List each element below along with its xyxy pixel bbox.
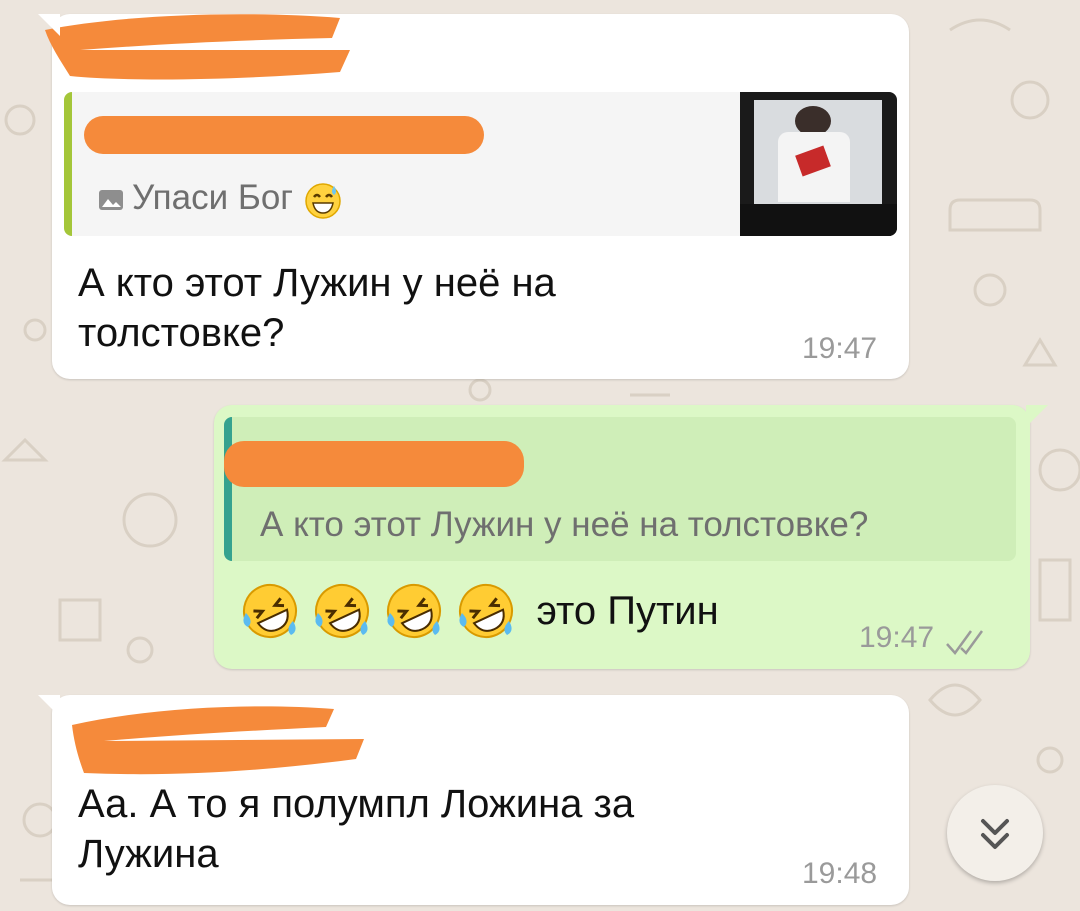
incoming-message[interactable]: Аа. А то я полумпл Ложина за Лужина 19:4… bbox=[52, 695, 909, 905]
quoted-text: А кто этот Лужин у неё на толстовке? bbox=[260, 505, 869, 544]
quoted-reply[interactable]: Упаси Бог bbox=[64, 92, 897, 236]
message-time: 19:48 bbox=[802, 857, 878, 890]
double-chevron-down-icon bbox=[981, 819, 1009, 849]
bubble-tail bbox=[38, 14, 60, 36]
sweat-smile-icon bbox=[305, 183, 341, 219]
message-time: 19:47 bbox=[859, 621, 935, 654]
bubble-tail bbox=[38, 695, 60, 717]
redacted-sender-name bbox=[72, 706, 364, 775]
rofl-icon bbox=[315, 584, 369, 638]
rofl-icon bbox=[243, 584, 297, 638]
message-line: А кто этот Лужин у неё на bbox=[78, 261, 556, 305]
quote-bar bbox=[64, 92, 72, 236]
rofl-icon bbox=[459, 584, 513, 638]
message-meta: 19:47 bbox=[859, 621, 991, 658]
message-line: Аа. А то я полумпл Ложина за bbox=[78, 782, 635, 826]
quoted-photo-caption: Упаси Бог bbox=[98, 178, 343, 220]
message-line: Лужина bbox=[78, 832, 219, 876]
photo-icon bbox=[99, 189, 123, 210]
quoted-photo-thumbnail[interactable] bbox=[740, 92, 897, 236]
message-text: А кто этот Лужин у неё на толстовке? bbox=[78, 258, 556, 358]
double-check-icon bbox=[945, 630, 983, 655]
rofl-icon bbox=[387, 584, 441, 638]
message-text: это Путин bbox=[536, 588, 719, 633]
quoted-reply[interactable]: А кто этот Лужин у неё на толстовке? bbox=[224, 417, 1016, 561]
quote-bar bbox=[224, 417, 232, 561]
redacted-quote-author bbox=[224, 441, 524, 487]
redacted-sender-name bbox=[45, 14, 350, 80]
incoming-message[interactable]: Упаси Бог А кто этот Лужин у неё на толс… bbox=[45, 14, 909, 379]
scroll-to-bottom-button[interactable] bbox=[947, 785, 1043, 881]
quoted-text: Упаси Бог bbox=[132, 178, 294, 217]
outgoing-message[interactable]: А кто этот Лужин у неё на толстовке? это… bbox=[214, 405, 1030, 669]
redacted-quote-author bbox=[84, 116, 484, 154]
message-time: 19:47 bbox=[802, 332, 878, 365]
message-body: это Путин bbox=[240, 581, 719, 641]
message-text: Аа. А то я полумпл Ложина за Лужина bbox=[78, 779, 634, 879]
message-line: толстовке? bbox=[78, 311, 285, 355]
bubble-tail bbox=[1026, 405, 1048, 427]
